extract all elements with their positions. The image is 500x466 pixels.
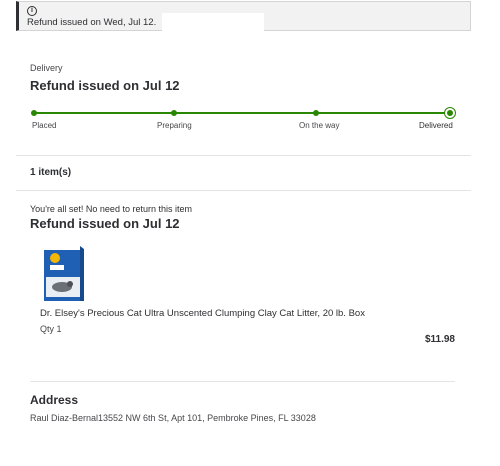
redaction-block	[162, 13, 264, 31]
delivery-label: Delivery	[30, 63, 63, 73]
divider	[16, 155, 471, 156]
step-dot-on-the-way	[313, 110, 319, 116]
refund-banner: i Refund issued on Wed, Jul 12.	[16, 1, 471, 31]
step-label-on-the-way: On the way	[299, 121, 340, 130]
delivery-title: Refund issued on Jul 12	[30, 78, 180, 93]
return-note: You're all set! No need to return this i…	[30, 204, 192, 214]
step-label-delivered: Delivered	[419, 121, 453, 130]
item-refund-title: Refund issued on Jul 12	[30, 216, 180, 231]
product-qty: Qty 1	[40, 324, 62, 334]
info-circle-icon: i	[27, 6, 37, 16]
address-line: Raul Diaz-Bernal13552 NW 6th St, Apt 101…	[30, 413, 316, 423]
product-name[interactable]: Dr. Elsey's Precious Cat Ultra Unscented…	[40, 308, 450, 319]
divider	[30, 381, 455, 382]
step-dot-placed	[31, 110, 37, 116]
divider	[16, 190, 471, 191]
step-label-placed: Placed	[32, 121, 57, 130]
progress-line	[34, 112, 450, 114]
step-dot-preparing	[171, 110, 177, 116]
item-count: 1 item(s)	[30, 167, 72, 178]
product-price: $11.98	[424, 334, 455, 345]
step-dot-delivered	[447, 110, 453, 116]
banner-message: Refund issued on Wed, Jul 12.	[27, 17, 157, 28]
address-title: Address	[30, 393, 79, 407]
cat-litter-box-product-image[interactable]	[40, 243, 86, 303]
step-label-preparing: Preparing	[157, 121, 192, 130]
